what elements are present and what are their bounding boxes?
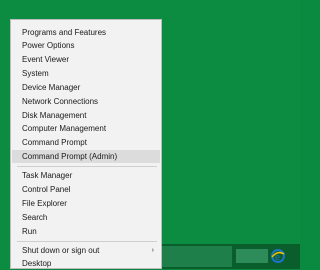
menu-item-label: Network Connections [22,97,99,106]
menu-item-label: Programs and Features [22,28,107,37]
menu-item-event-viewer[interactable]: Event Viewer [12,53,160,66]
menu-item-label: File Explorer [22,199,67,208]
menu-item-file-explorer[interactable]: File Explorer [12,197,160,210]
menu-item-label: Command Prompt [22,138,87,147]
menu-item-label: System [22,69,49,78]
menu-item-search[interactable]: Search [12,211,160,224]
menu-item-label: Task Manager [22,171,73,180]
internet-explorer-icon[interactable]: e [270,248,286,264]
winx-power-user-menu: Programs and Features Power Options Even… [10,19,162,269]
folder-icon[interactable] [236,249,252,263]
svg-text:e: e [275,252,280,262]
menu-item-label: Power Options [22,41,75,50]
menu-separator [17,241,157,242]
menu-item-label: Command Prompt (Admin) [22,152,118,161]
menu-item-label: Disk Management [22,111,87,120]
menu-item-task-manager[interactable]: Task Manager [12,169,160,182]
menu-item-run[interactable]: Run [12,225,160,238]
menu-item-label: Desktop [22,259,52,268]
menu-item-control-panel[interactable]: Control Panel [12,183,160,196]
taskbar-search-box[interactable] [162,246,232,267]
menu-item-computer-management[interactable]: Computer Management [12,122,160,135]
menu-item-system[interactable]: System [12,67,160,80]
menu-item-label: Device Manager [22,83,81,92]
submenu-arrow-icon: › [151,247,154,254]
menu-item-power-options[interactable]: Power Options [12,39,160,52]
menu-item-network-connections[interactable]: Network Connections [12,95,160,108]
menu-item-programs-and-features[interactable]: Programs and Features [12,26,160,39]
menu-item-label: Control Panel [22,185,71,194]
menu-item-shut-down-or-sign-out[interactable]: Shut down or sign out › [12,244,160,257]
menu-item-command-prompt-admin[interactable]: Command Prompt (Admin) [12,150,160,163]
menu-item-disk-management[interactable]: Disk Management [12,109,160,122]
menu-item-label: Run [22,227,37,236]
menu-item-label: Search [22,213,48,222]
menu-separator [17,166,157,167]
menu-item-label: Computer Management [22,124,107,133]
menu-item-label: Shut down or sign out [22,246,100,255]
menu-item-command-prompt[interactable]: Command Prompt [12,136,160,149]
taskbar-app-icon[interactable] [252,249,268,263]
menu-item-device-manager[interactable]: Device Manager [12,81,160,94]
menu-item-label: Event Viewer [22,55,69,64]
menu-item-desktop[interactable]: Desktop [12,257,160,270]
